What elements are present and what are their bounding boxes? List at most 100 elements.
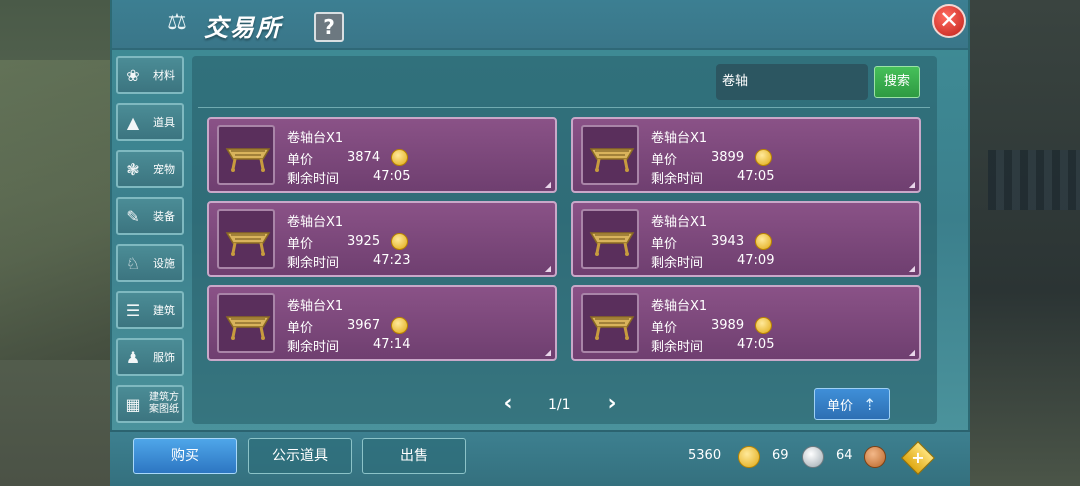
gold-coin-icon <box>755 149 772 166</box>
buy-button[interactable]: 购买 <box>133 438 237 474</box>
price-label: 单价 <box>651 153 678 168</box>
search-input[interactable]: 卷轴 <box>716 64 868 100</box>
scales-icon: ⚖ <box>167 10 187 35</box>
listing-card[interactable]: 卷轴台X1 单价 3925 剩余时间 47:23 ◢ <box>207 201 557 277</box>
price-label: 单价 <box>287 153 314 168</box>
gold-coin-icon <box>738 446 760 468</box>
listing-card[interactable]: 卷轴台X1 单价 3899 剩余时间 47:05 ◢ <box>571 117 921 193</box>
equipment-icon: ✎ <box>126 206 140 226</box>
sidebar-item-facilities[interactable]: ♘ 设施 <box>116 244 184 282</box>
price-label: 单价 <box>651 321 678 336</box>
sidebar-item-clothing[interactable]: ♟ 服饰 <box>116 338 184 376</box>
help-button[interactable]: ? <box>314 12 344 42</box>
sidebar-item-label: 材料 <box>153 68 175 82</box>
item-name: 卷轴台X1 <box>651 215 708 230</box>
scroll-stand-icon <box>581 125 639 185</box>
gold-coin-icon <box>391 149 408 166</box>
chevron-left-icon: ‹ <box>503 391 513 416</box>
background-scenery-right <box>968 0 1080 486</box>
remaining-time: 47:05 <box>737 169 775 184</box>
time-label: 剩余时间 <box>651 256 704 271</box>
sidebar-item-label: 设施 <box>153 256 175 270</box>
divider <box>198 107 930 108</box>
corner-ornament-icon: ◢ <box>908 264 915 273</box>
item-name: 卷轴台X1 <box>287 131 344 146</box>
gold-amount: 5360 <box>688 448 722 463</box>
listing-card[interactable]: 卷轴台X1 单价 3874 剩余时间 47:05 ◢ <box>207 117 557 193</box>
prev-page-button[interactable]: ‹ <box>498 392 518 418</box>
corner-ornament-icon: ◢ <box>544 264 551 273</box>
facility-icon: ♘ <box>125 253 141 273</box>
sidebar-item-label: 建筑 <box>153 303 175 317</box>
item-price: 3899 <box>711 150 745 165</box>
item-name: 卷轴台X1 <box>287 215 344 230</box>
item-name: 卷轴台X1 <box>651 131 708 146</box>
listing-card[interactable]: 卷轴台X1 单价 3967 剩余时间 47:14 ◢ <box>207 285 557 361</box>
item-price: 3967 <box>347 318 381 333</box>
panel-header: ⚖ 交易所 ? <box>112 0 968 50</box>
item-price: 3874 <box>347 150 381 165</box>
gold-coin-icon <box>755 233 772 250</box>
sidebar-item-label: 宠物 <box>153 162 175 176</box>
item-icon: ▲ <box>126 112 140 132</box>
corner-ornament-icon: ◢ <box>908 348 915 357</box>
item-price: 3925 <box>347 234 381 249</box>
next-page-button[interactable]: › <box>602 392 622 418</box>
sort-by-price-button[interactable]: 单价 ⇡ <box>814 388 890 420</box>
gold-coin-icon <box>391 233 408 250</box>
sell-button[interactable]: 出售 <box>362 438 466 474</box>
silver-amount: 69 <box>772 448 789 463</box>
sidebar-item-items[interactable]: ▲ 道具 <box>116 103 184 141</box>
clothing-icon: ♟ <box>125 347 141 367</box>
item-name: 卷轴台X1 <box>287 299 344 314</box>
gold-coin-icon <box>391 317 408 334</box>
item-price: 3943 <box>711 234 745 249</box>
scroll-stand-icon <box>217 209 275 269</box>
page-indicator: 1/1 <box>548 397 571 413</box>
sidebar-item-label: 道具 <box>153 115 175 129</box>
sidebar-item-equipment[interactable]: ✎ 装备 <box>116 197 184 235</box>
close-icon: ✕ <box>938 6 960 34</box>
sidebar-item-blueprints[interactable]: ▦ 建筑方案图纸 <box>116 385 184 423</box>
sidebar-item-pets[interactable]: ❃ 宠物 <box>116 150 184 188</box>
close-button[interactable]: ✕ <box>932 4 966 38</box>
corner-ornament-icon: ◢ <box>544 348 551 357</box>
gold-coin-icon <box>755 317 772 334</box>
background-scenery-left <box>0 0 112 486</box>
sidebar-item-materials[interactable]: ❀ 材料 <box>116 56 184 94</box>
listing-card[interactable]: 卷轴台X1 单价 3989 剩余时间 47:05 ◢ <box>571 285 921 361</box>
time-label: 剩余时间 <box>287 256 340 271</box>
sidebar-item-label: 装备 <box>153 209 175 223</box>
paw-icon: ❃ <box>126 159 140 179</box>
sort-icon: ⇡ <box>863 394 877 414</box>
materials-icon: ❀ <box>126 65 140 85</box>
remaining-time: 47:09 <box>737 253 775 268</box>
price-label: 单价 <box>287 237 314 252</box>
sidebar-item-buildings[interactable]: ☰ 建筑 <box>116 291 184 329</box>
price-label: 单价 <box>287 321 314 336</box>
sort-label: 单价 <box>827 398 854 414</box>
remaining-time: 47:05 <box>737 337 775 352</box>
silver-coin-icon <box>802 446 824 468</box>
sidebar-item-label: 服饰 <box>153 350 175 364</box>
item-name: 卷轴台X1 <box>651 299 708 314</box>
scroll-stand-icon <box>217 125 275 185</box>
time-label: 剩余时间 <box>651 172 704 187</box>
plus-icon: + <box>911 448 925 467</box>
chevron-right-icon: › <box>607 391 617 416</box>
bronze-amount: 64 <box>836 448 853 463</box>
sidebar-item-label: 建筑方案图纸 <box>149 392 179 415</box>
time-label: 剩余时间 <box>287 340 340 355</box>
search-button[interactable]: 搜索 <box>874 66 920 98</box>
scroll-stand-icon <box>581 293 639 353</box>
bronze-coin-icon <box>864 446 886 468</box>
remaining-time: 47:05 <box>373 169 411 184</box>
item-price: 3989 <box>711 318 745 333</box>
time-label: 剩余时间 <box>287 172 340 187</box>
public-items-button[interactable]: 公示道具 <box>248 438 352 474</box>
listing-card[interactable]: 卷轴台X1 单价 3943 剩余时间 47:09 ◢ <box>571 201 921 277</box>
scroll-stand-icon <box>581 209 639 269</box>
blueprint-icon: ▦ <box>125 394 141 414</box>
price-label: 单价 <box>651 237 678 252</box>
scroll-stand-icon <box>217 293 275 353</box>
